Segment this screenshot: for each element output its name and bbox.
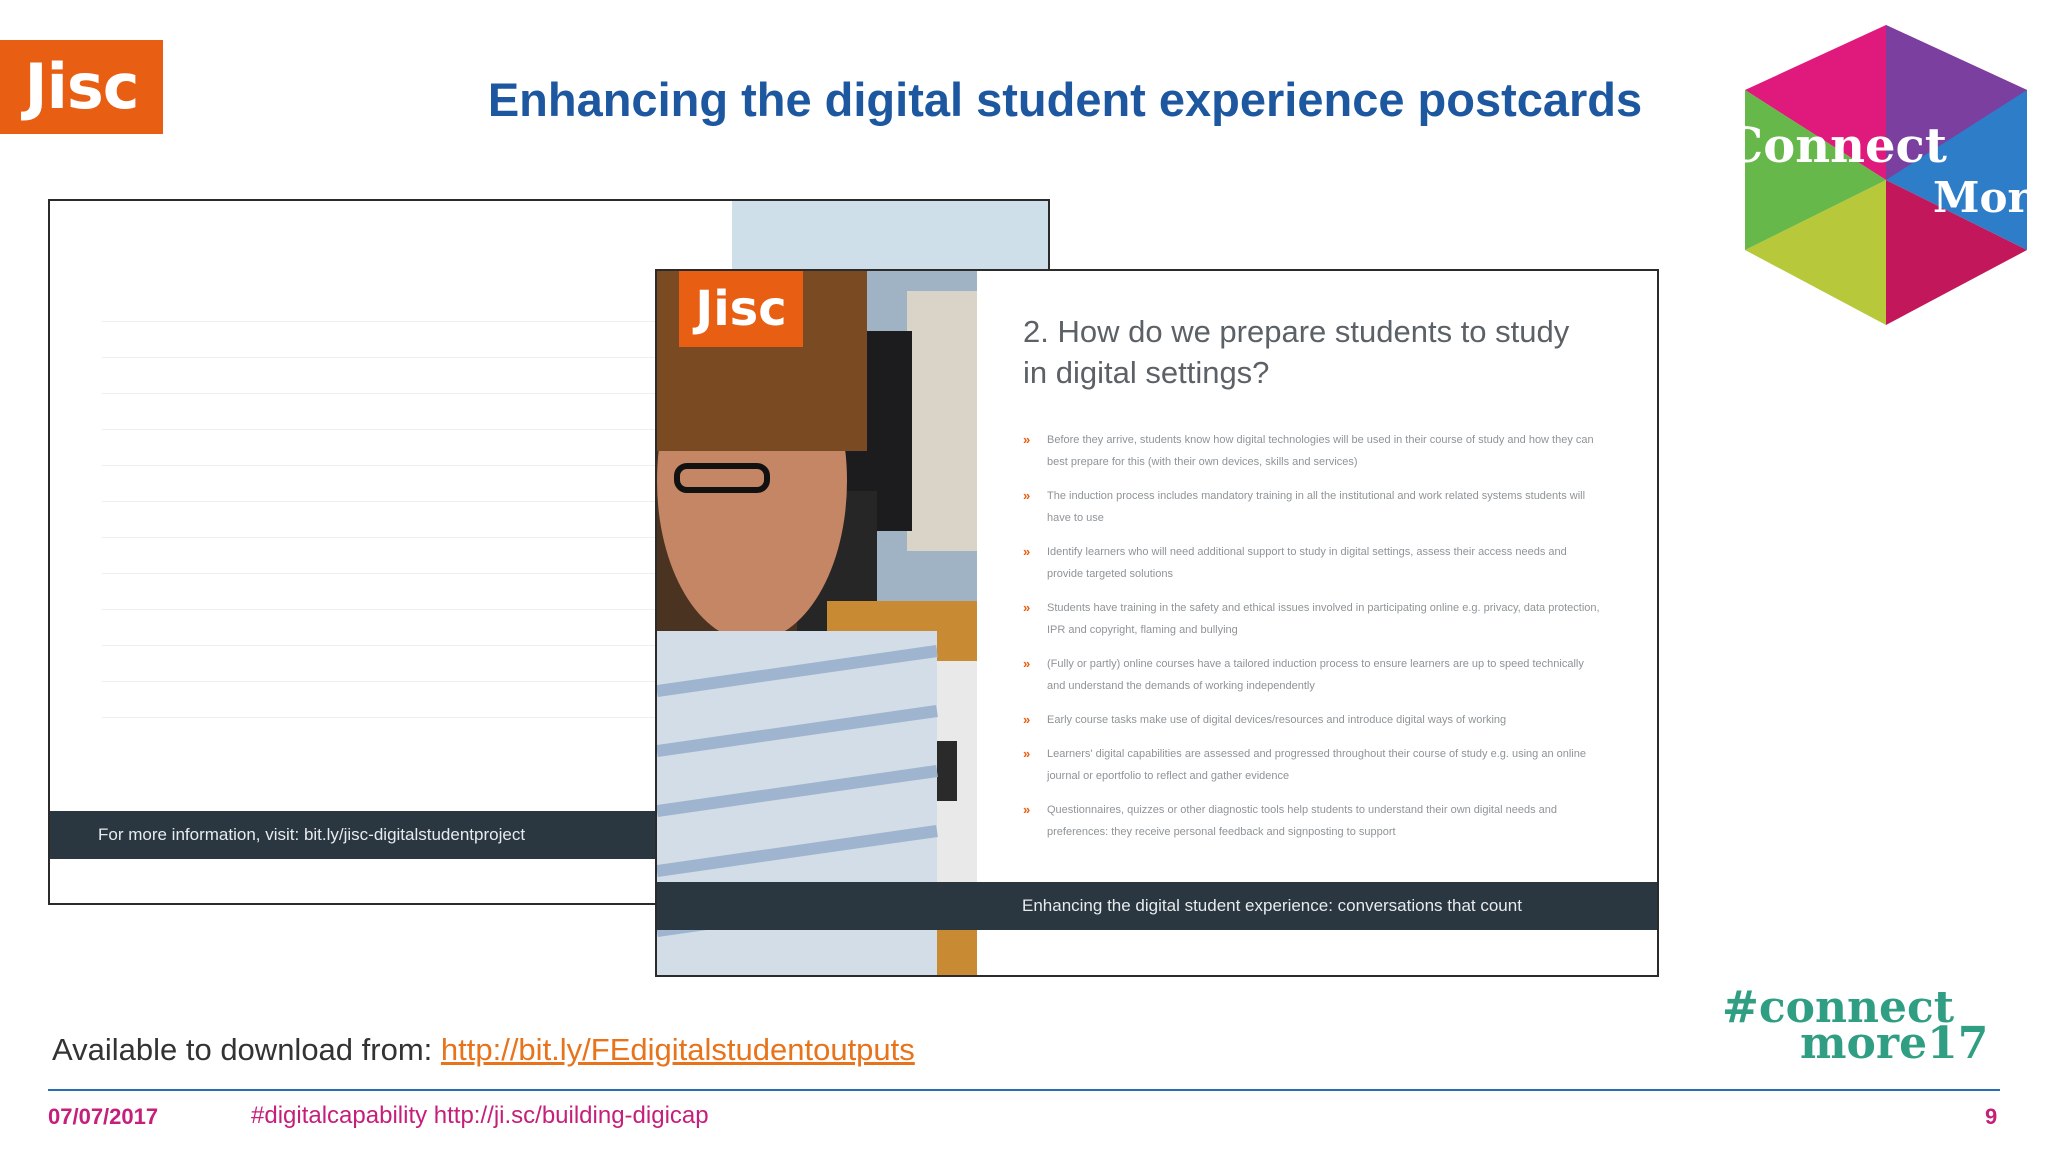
student-photo: Jisc [657,271,977,975]
front-postcard: Jisc 2. How do we prepare students to st… [655,269,1659,977]
postcard-jisc-logo: Jisc [679,271,803,347]
write-line [102,357,712,358]
postcard-bullet-list: Before they arrive, students know how di… [1023,429,1603,855]
write-line [102,537,712,538]
download-line: Available to download from: http://bit.l… [52,1032,915,1068]
footer-date: 07/07/2017 [48,1104,159,1129]
download-label: Available to download from: [52,1032,441,1067]
write-line [102,501,712,502]
postcard-heading-line: in digital settings? [1023,355,1270,390]
postcard-bullet: Questionnaires, quizzes or other diagnos… [1023,799,1603,843]
front-postcard-bar: Enhancing the digital student experience… [657,882,1657,930]
postcard-heading: 2. How do we prepare students to study i… [1023,311,1603,393]
slide-title: Enhancing the digital student experience… [487,73,1643,126]
connectmore17-hashtag-logo: #connect more17 [1722,984,1988,1062]
postcard-bullet: (Fully or partly) online courses have a … [1023,653,1603,697]
footer-divider [48,1089,2000,1091]
hashtag-line: more17 [1800,1018,1988,1062]
student-photo-illustration [657,271,977,975]
postcard-heading-line: 2. How do we prepare students to study [1023,314,1570,349]
footer-hashtags: #digitalcapability http://ji.sc/building… [251,1102,709,1129]
postcard-bullet: Learners' digital capabilities are asses… [1023,743,1603,787]
write-line [102,321,712,322]
write-line [102,429,712,430]
postcard-bullet: Identify learners who will need addition… [1023,541,1603,585]
write-line [102,393,712,394]
logo-word-more: More [1933,173,2048,222]
write-line [102,681,712,682]
postcard-bullet: Students have training in the safety and… [1023,597,1603,641]
logo-word-connect: Connect [1725,118,1947,174]
postcard-bullet: Before they arrive, students know how di… [1023,429,1603,473]
back-postcard-image-strip [732,201,1048,273]
write-line [102,717,712,718]
write-line [102,465,712,466]
write-line [102,609,712,610]
postcard-bullet: Early course tasks make use of digital d… [1023,709,1603,731]
download-link[interactable]: http://bit.ly/FEdigitalstudentoutputs [441,1032,915,1067]
page-number: 9 [1985,1104,1998,1129]
write-line [102,645,712,646]
write-line [102,573,712,574]
connect-more-logo: Connect More [1725,25,2048,325]
jisc-logo: Jisc [0,40,163,134]
postcard-bullet: The induction process includes mandatory… [1023,485,1603,529]
